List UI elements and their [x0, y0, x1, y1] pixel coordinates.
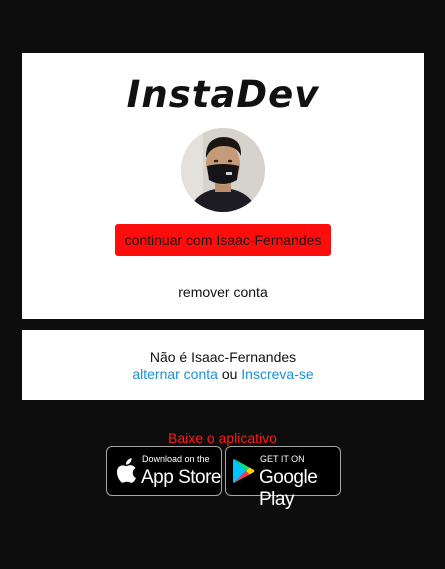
- switch-links-row: alternar conta ou Inscreva-se: [22, 366, 424, 382]
- not-user-text: Não é Isaac-Fernandes: [149, 349, 297, 365]
- page: InstaDev continuar com Isaac-Fernandes r…: [0, 0, 445, 569]
- apple-icon: [117, 458, 136, 483]
- or-text: ou: [217, 366, 242, 382]
- switch-account-card: Não é Isaac-Fernandes alternar conta ou …: [22, 330, 424, 400]
- google-play-icon: [233, 459, 255, 483]
- avatar-image: [181, 128, 265, 212]
- continue-as-user-button[interactable]: continuar com Isaac-Fernandes: [115, 224, 331, 256]
- download-app-label: Baixe o aplicativo: [168, 430, 277, 446]
- google-play-badge[interactable]: GET IT ON Google Play: [225, 446, 341, 510]
- account-card: InstaDev continuar com Isaac-Fernandes r…: [22, 53, 424, 319]
- remove-account-link[interactable]: remover conta: [22, 284, 424, 300]
- app-store-big-text: App Store: [141, 467, 222, 488]
- avatar: [181, 128, 265, 212]
- app-store-badge[interactable]: Download on the App Store: [106, 446, 222, 496]
- google-play-small-text: GET IT ON: [260, 454, 305, 464]
- app-store-small-text: Download on the: [142, 454, 210, 464]
- switch-account-link[interactable]: alternar conta: [132, 366, 218, 382]
- signup-link[interactable]: Inscreva-se: [241, 366, 313, 382]
- google-play-big-text: Google Play: [259, 467, 318, 510]
- brand-logo: InstaDev: [126, 73, 320, 116]
